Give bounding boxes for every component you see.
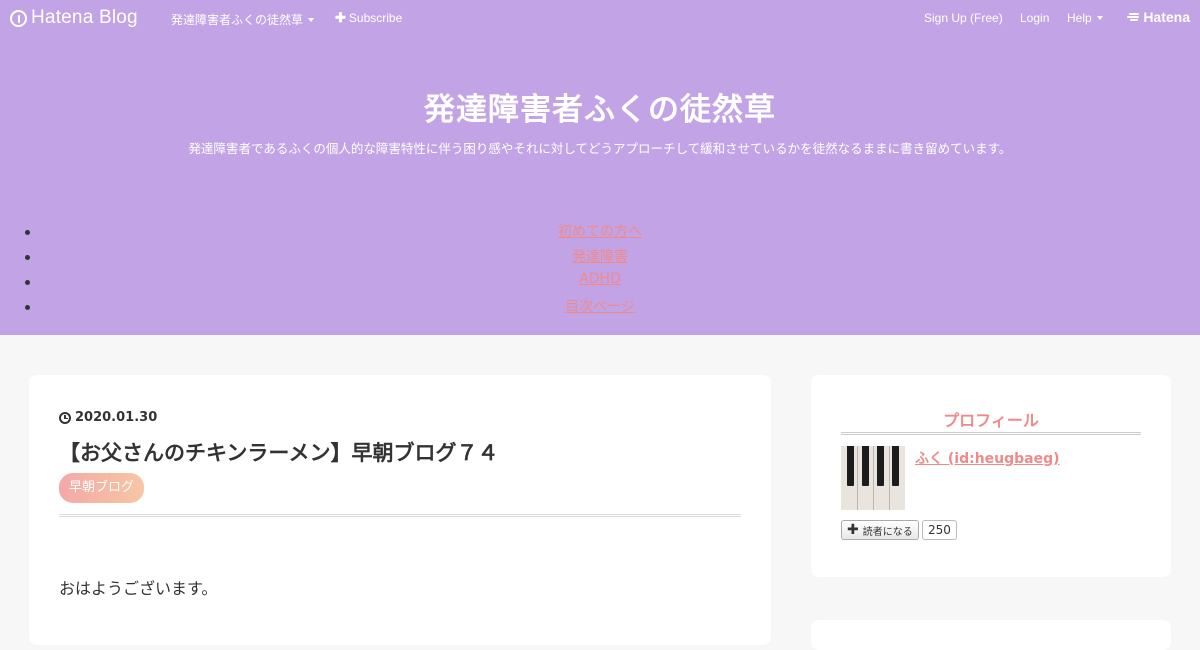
bullet-icon [25, 230, 30, 235]
blog-description: 発達障害者であるふくの個人的な障害特性に伴う困り感やそれに対してどうアプローチし… [188, 141, 1012, 156]
clock-icon [59, 411, 71, 424]
blog-menu-dropdown[interactable]: 発達障害者ふくの徒然草 [171, 11, 315, 28]
nav-link-beginners[interactable]: 初めての方へ [558, 224, 642, 240]
hatena-brand-link[interactable]: Hatena [1126, 9, 1190, 25]
avatar[interactable] [841, 446, 905, 510]
subscribe-label: Subscribe [348, 11, 403, 25]
entry-date[interactable]: 2020.01.30 [59, 410, 157, 425]
login-link[interactable]: Login [1020, 11, 1049, 25]
entry-date-text: 2020.01.30 [75, 410, 158, 425]
reader-count[interactable]: 250 [922, 520, 957, 540]
help-dropdown[interactable]: Help [1067, 11, 1103, 25]
blog-menu-label: 発達障害者ふくの徒然草 [171, 13, 304, 27]
nav-link-developmental-disorder[interactable]: 発達障害 [572, 249, 628, 265]
nav-link-adhd[interactable]: ADHD [579, 271, 621, 287]
profile-module-title: プロフィール [943, 411, 1039, 430]
logo-text: Hatena Blog [31, 7, 138, 28]
plus-icon: ✚ [847, 522, 859, 538]
chevron-down-icon [1096, 16, 1103, 20]
entry-title[interactable]: 【お父さんのチキンラーメン】早朝ブログ７４ [59, 437, 499, 467]
nav-item: ADHD [0, 271, 1200, 296]
global-header-bar: Hatena Blog 発達障害者ふくの徒然草 ✚ Subscribe Sign… [0, 0, 1200, 36]
chevron-down-icon [308, 17, 315, 22]
subscribe-reader-button[interactable]: ✚ 読者になる [841, 520, 919, 540]
category-tag[interactable]: 早朝ブログ [59, 473, 145, 503]
entry-body-text: おはようございます。 [59, 579, 218, 598]
bullet-icon [25, 255, 30, 260]
subscribe-button[interactable]: ✚ Subscribe [335, 11, 402, 25]
nav-link-table-of-contents[interactable]: 目次ページ [565, 299, 635, 315]
bullet-icon [25, 280, 30, 285]
hatena-blog-logo-icon [10, 9, 27, 27]
title-divider [59, 514, 741, 517]
hatena-brand-label: Hatena [1143, 9, 1190, 25]
login-label: Login [1020, 11, 1050, 25]
nav-item: 発達障害 [0, 246, 1200, 271]
module-divider [841, 432, 1141, 435]
global-nav: 初めての方へ 発達障害 ADHD 目次ページ [0, 221, 1200, 321]
profile-name-link[interactable]: ふく (id:heugbaeg) [915, 448, 1060, 468]
hatena-wave-icon [1126, 12, 1140, 22]
signup-link[interactable]: Sign Up (Free) [924, 11, 1003, 25]
blog-title[interactable]: 発達障害者ふくの徒然草 [0, 84, 1200, 129]
sidebar-module [811, 620, 1171, 650]
plus-icon: ✚ [335, 10, 346, 25]
hatena-blog-logo[interactable]: Hatena Blog [10, 7, 138, 29]
profile-module: プロフィール ふく (id:heugbaeg) ✚ 読者になる 250 [811, 375, 1171, 577]
help-label: Help [1067, 11, 1092, 25]
signup-label: Sign Up (Free) [924, 11, 1003, 25]
bullet-icon [25, 305, 30, 310]
nav-item: 目次ページ [0, 296, 1200, 321]
blog-header: Hatena Blog 発達障害者ふくの徒然草 ✚ Subscribe Sign… [0, 0, 1200, 335]
article-card: 2020.01.30 【お父さんのチキンラーメン】早朝ブログ７４ 早朝ブログ お… [29, 375, 771, 645]
nav-item: 初めての方へ [0, 221, 1200, 246]
reader-button-label: 読者になる [862, 526, 913, 538]
